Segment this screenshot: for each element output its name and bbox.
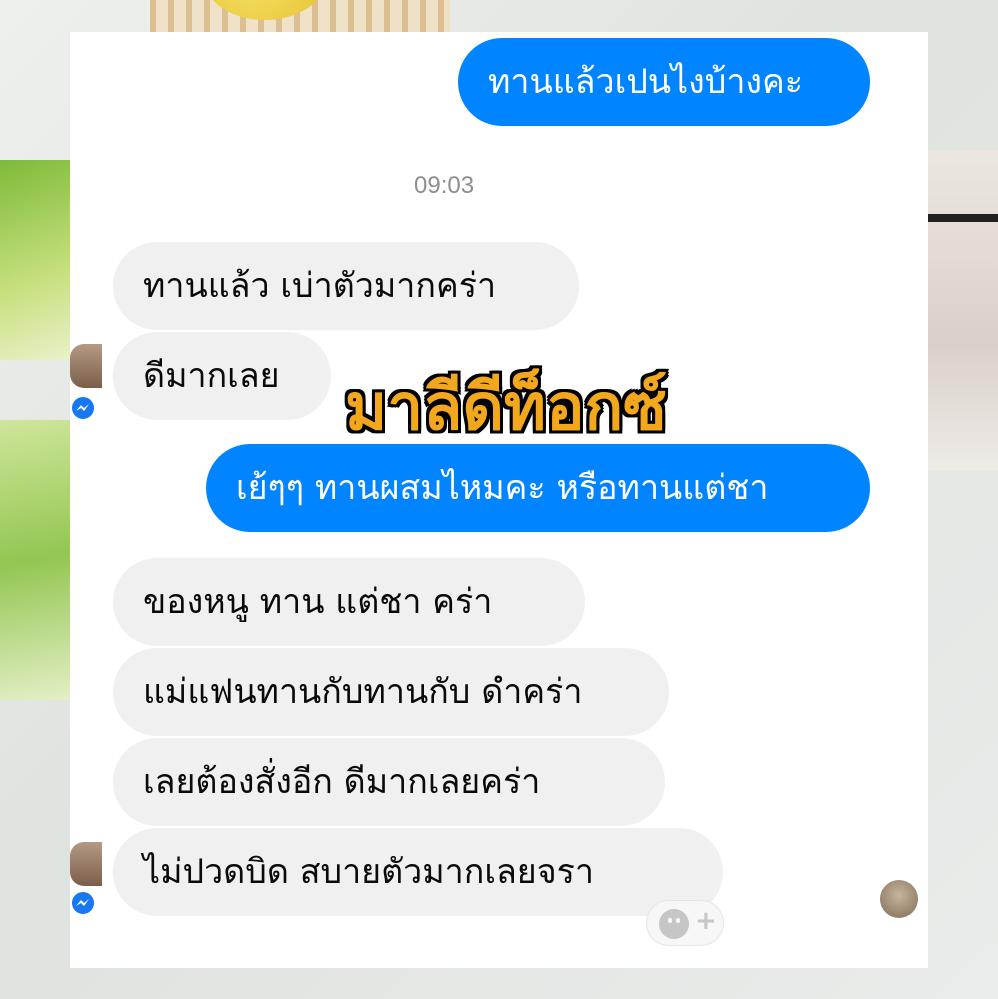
message-bubble-incoming[interactable]: ดีมากเลย [113, 332, 331, 420]
read-receipt-avatar [880, 880, 918, 918]
background-package [0, 420, 70, 700]
message-bubble-incoming[interactable]: ทานแล้ว เบ่าตัวมากคร่า [113, 242, 579, 330]
messenger-icon [70, 395, 96, 421]
sender-avatar[interactable] [70, 344, 102, 388]
plus-icon: + [695, 906, 717, 936]
message-bubble-outgoing[interactable]: ทานแล้วเปนไงบ้างคะ [458, 38, 870, 126]
brand-watermark: มาลีดีท็อกซ์ [345, 371, 667, 445]
messenger-icon [70, 890, 96, 916]
message-bubble-incoming[interactable]: แม่แฟนทานกับทานกับ ดำคร่า [113, 648, 669, 736]
message-bubble-incoming[interactable]: ไม่ปวดบิด สบายตัวมากเลยจรา [113, 828, 723, 916]
message-timestamp: 09:03 [414, 172, 475, 199]
background-package [0, 160, 70, 360]
add-reaction-button[interactable]: + [646, 900, 724, 946]
chat-panel: ทานแล้วเปนไงบ้างคะ 09:03 ทานแล้ว เบ่าตัว… [70, 32, 928, 968]
message-bubble-incoming[interactable]: ของหนู ทาน แต่ชา คร่า [113, 558, 585, 646]
background-glass [928, 150, 998, 470]
smiley-icon [659, 909, 689, 939]
background-straw [928, 214, 998, 222]
sender-avatar[interactable] [70, 842, 102, 886]
message-bubble-incoming[interactable]: เลยต้องสั่งอีก ดีมากเลยคร่า [113, 738, 665, 826]
